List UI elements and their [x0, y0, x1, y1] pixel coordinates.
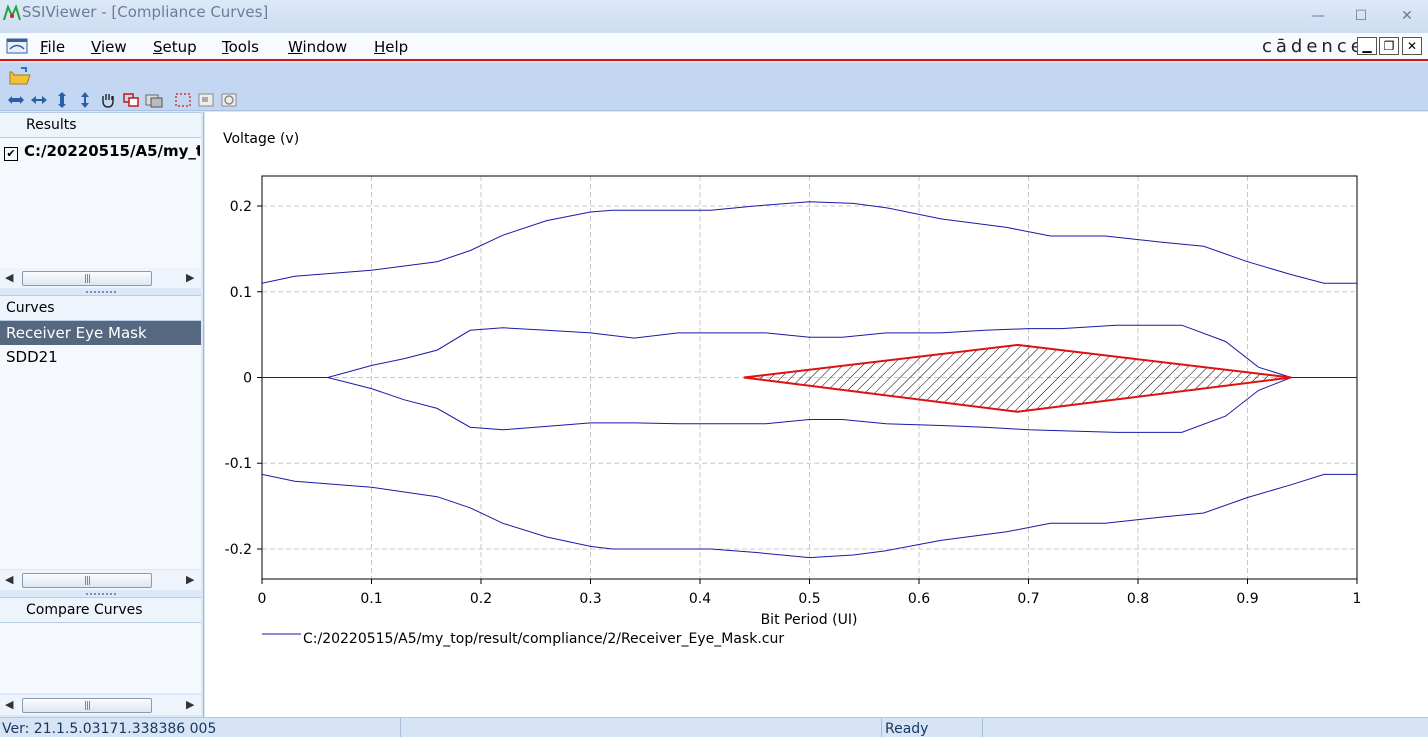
- y-tick-label: 0.1: [230, 285, 252, 301]
- menu-bar: File View Setup Tools Window Help cādenc…: [0, 33, 1428, 61]
- compare-curves-header[interactable]: Compare Curves: [0, 597, 201, 623]
- window-title: SSIViewer - [Compliance Curves]: [22, 3, 269, 21]
- menu-file[interactable]: File: [40, 38, 65, 56]
- eye-mask-chart[interactable]: Voltage (v) 0 0.1 0.2 0.3 0.4 0.5 0.6 0.7 0.8 0.9…: [205, 112, 1428, 717]
- zoom-horizontal-icon[interactable]: [30, 92, 48, 108]
- status-separator: [400, 718, 401, 737]
- status-state: Ready: [885, 721, 929, 737]
- mdi-restore-button[interactable]: ❐: [1379, 37, 1399, 55]
- maximize-button[interactable]: ☐: [1348, 6, 1374, 26]
- scroll-left-icon[interactable]: ◀: [5, 698, 13, 711]
- results-scrollbar[interactable]: ◀ ||| ▶: [0, 268, 201, 288]
- plot-area: Voltage (v) 0 0.1 0.2 0.3 0.4 0.5 0.6 0.7 0.8 0.9…: [205, 112, 1428, 717]
- curves-list: Receiver Eye Mask SDD21: [0, 321, 201, 569]
- y-tick-label: -0.2: [225, 542, 252, 558]
- zoom-fit-icon[interactable]: [197, 92, 215, 108]
- document-window-icon[interactable]: [6, 38, 28, 54]
- select-rect-icon[interactable]: [174, 92, 192, 108]
- x-tick-label: 0: [258, 591, 267, 607]
- x-tick-label: 1: [1353, 591, 1362, 607]
- y-axis-label: Voltage (v): [223, 131, 299, 147]
- x-tick-label: 0.7: [1017, 591, 1039, 607]
- menu-view[interactable]: View: [91, 38, 127, 56]
- scroll-thumb[interactable]: |||: [22, 573, 152, 588]
- open-folder-icon[interactable]: [9, 67, 31, 85]
- ssiviewer-window: SSIViewer - [Compliance Curves] — ☐ ✕ Fi…: [0, 0, 1428, 737]
- print-preview-icon[interactable]: [145, 92, 163, 108]
- pan-vertical-icon[interactable]: [53, 92, 71, 108]
- file-toolbar: [0, 63, 1428, 89]
- results-header[interactable]: Results: [0, 112, 201, 138]
- x-tick-label: 0.4: [689, 591, 711, 607]
- legend-label[interactable]: C:/20220515/A5/my_top/result/compliance/…: [303, 631, 784, 647]
- x-tick-label: 0.6: [908, 591, 930, 607]
- pan-horizontal-icon[interactable]: [7, 92, 25, 108]
- cadence-logo: cādence: [1262, 36, 1366, 57]
- eye-mask: [743, 343, 1292, 413]
- x-tick-label: 0.1: [360, 591, 382, 607]
- menu-tools[interactable]: Tools: [222, 38, 259, 56]
- compare-curves-list: [0, 623, 201, 693]
- version-text: Ver: 21.1.5.03171.338386 005: [2, 721, 217, 737]
- y-tick-label: 0: [243, 371, 252, 387]
- x-tick-label: 0.9: [1236, 591, 1258, 607]
- panel-splitter[interactable]: [86, 593, 116, 596]
- left-panel: Results ✔ C:/20220515/A5/my_top/result/co…: [0, 112, 204, 717]
- mdi-minimize-button[interactable]: ▁: [1357, 37, 1377, 55]
- x-tick-label: 0.3: [579, 591, 601, 607]
- title-bar: SSIViewer - [Compliance Curves] — ☐ ✕: [0, 0, 1428, 33]
- curve-item-sdd21[interactable]: SDD21: [0, 345, 201, 369]
- axis-ticks: 0 0.1 0.2 0.3 0.4 0.5 0.6 0.7 0.8 0.9 1 -0.2 -0.1 0 0.…: [225, 199, 1362, 607]
- result-checkbox[interactable]: ✔: [4, 147, 18, 161]
- mdi-close-button[interactable]: ✕: [1402, 37, 1422, 55]
- scroll-right-icon[interactable]: ▶: [186, 271, 194, 284]
- scroll-right-icon[interactable]: ▶: [186, 698, 194, 711]
- x-tick-label: 0.5: [798, 591, 820, 607]
- menu-help[interactable]: Help: [374, 38, 408, 56]
- ssiviewer-app-icon: [3, 4, 21, 21]
- y-tick-label: -0.1: [225, 456, 252, 472]
- compare-scrollbar[interactable]: ◀ ||| ▶: [0, 695, 201, 715]
- hand-icon[interactable]: [99, 92, 117, 108]
- status-separator: [881, 718, 882, 737]
- menu-window[interactable]: Window: [288, 38, 347, 56]
- scroll-left-icon[interactable]: ◀: [5, 573, 13, 586]
- copy-window-icon[interactable]: [122, 92, 140, 108]
- x-tick-label: 0.8: [1127, 591, 1149, 607]
- scroll-left-icon[interactable]: ◀: [5, 271, 13, 284]
- menu-setup[interactable]: Setup: [153, 38, 197, 56]
- y-tick-label: 0.2: [230, 199, 252, 215]
- scroll-right-icon[interactable]: ▶: [186, 573, 194, 586]
- panel-splitter[interactable]: [86, 291, 116, 294]
- curve-item-receiver-eye-mask[interactable]: Receiver Eye Mask: [0, 321, 201, 345]
- status-bar: Ver: 21.1.5.03171.338386 005 Ready: [0, 717, 1428, 737]
- scroll-thumb[interactable]: |||: [22, 271, 152, 286]
- plot-toolbar: [0, 89, 1428, 111]
- eye-mask-polygon: [743, 343, 1292, 413]
- result-path: C:/20220515/A5/my_top/result/compliance/…: [24, 142, 200, 160]
- result-item[interactable]: ✔ C:/20220515/A5/my_top/result/compliance…: [4, 142, 200, 161]
- status-separator: [982, 718, 983, 737]
- x-axis-label: Bit Period (UI): [761, 612, 858, 628]
- minimize-button[interactable]: —: [1305, 6, 1331, 26]
- curves-scrollbar[interactable]: ◀ ||| ▶: [0, 570, 201, 590]
- x-tick-label: 0.2: [470, 591, 492, 607]
- close-button[interactable]: ✕: [1394, 6, 1420, 26]
- results-list: ✔ C:/20220515/A5/my_top/result/compliance…: [0, 138, 201, 268]
- zoom-vertical-icon[interactable]: [76, 92, 94, 108]
- scroll-thumb[interactable]: |||: [22, 698, 152, 713]
- curves-header[interactable]: Curves: [0, 295, 201, 321]
- zoom-circle-icon[interactable]: [220, 92, 238, 108]
